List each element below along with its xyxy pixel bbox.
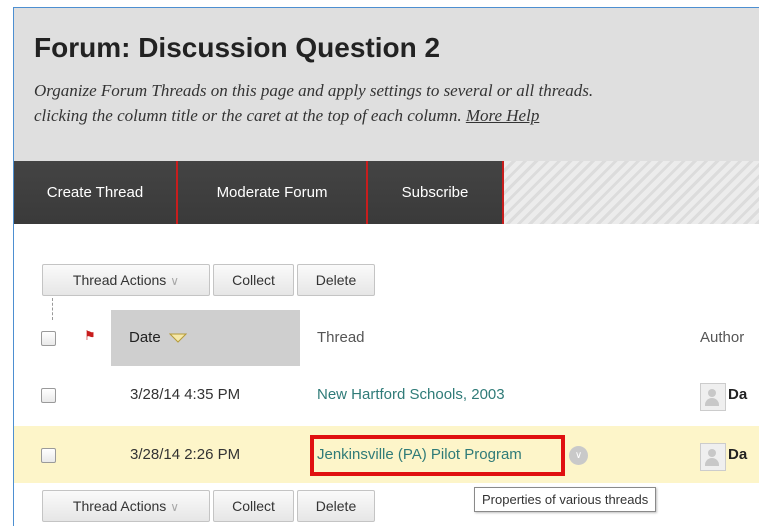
column-header-author[interactable]: Author <box>700 310 744 366</box>
select-all-checkbox[interactable] <box>41 331 56 346</box>
row-date: 3/28/14 4:35 PM <box>130 386 241 403</box>
row-checkbox[interactable] <box>41 448 56 463</box>
thread-actions-label: Thread Actions <box>72 272 167 288</box>
highlight-box <box>310 435 565 476</box>
row-date: 3/28/14 2:26 PM <box>130 446 241 463</box>
row-checkbox[interactable] <box>41 388 56 403</box>
triangle-down-icon[interactable] <box>168 333 188 343</box>
row-author[interactable]: Da <box>728 446 747 463</box>
create-thread-button[interactable]: Create Thread <box>14 161 178 224</box>
collect-button-bottom[interactable]: Collect <box>213 490 294 522</box>
column-header-thread[interactable]: Thread <box>317 310 365 366</box>
delete-button-bottom[interactable]: Delete <box>297 490 375 522</box>
page-frame: Forum: Discussion Question 2 Organize Fo… <box>13 7 759 526</box>
avatar <box>700 383 726 411</box>
row-author[interactable]: Da <box>728 386 747 403</box>
table-header: ⚑ Date Thread Author <box>14 310 759 366</box>
delete-button[interactable]: Delete <box>297 264 375 296</box>
flag-icon[interactable]: ⚑ <box>84 328 96 344</box>
double-chevron-down-icon: ∨ <box>170 274 180 288</box>
action-toolbar: Create Thread Moderate Forum Subscribe <box>14 161 759 224</box>
page-title: Forum: Discussion Question 2 <box>34 32 441 63</box>
thread-actions-button[interactable]: Thread Actions ∨ <box>42 264 210 296</box>
page-description: Organize Forum Threads on this page and … <box>34 78 759 128</box>
subscribe-button[interactable]: Subscribe <box>368 161 504 224</box>
thread-actions-label: Thread Actions <box>72 498 167 514</box>
moderate-forum-button[interactable]: Moderate Forum <box>178 161 368 224</box>
avatar <box>700 443 726 471</box>
description-line-1: Organize Forum Threads on this page and … <box>34 81 594 100</box>
more-help-link[interactable]: More Help <box>466 106 540 125</box>
description-line-2: clicking the column title or the caret a… <box>34 103 759 128</box>
tooltip: Properties of various threads <box>474 487 657 512</box>
options-chevron-icon[interactable]: ∨ <box>569 446 588 465</box>
column-header-date[interactable]: Date <box>111 310 300 366</box>
table-row: 3/28/14 4:35 PM New Hartford Schools, 20… <box>14 366 759 423</box>
collect-button[interactable]: Collect <box>213 264 294 296</box>
thread-actions-button-bottom[interactable]: Thread Actions ∨ <box>42 490 210 522</box>
double-chevron-down-icon: ∨ <box>170 500 180 514</box>
description-line-2-text: clicking the column title or the caret a… <box>34 106 462 125</box>
page-header: Forum: Discussion Question 2 Organize Fo… <box>14 8 759 161</box>
column-date-label: Date <box>129 329 161 346</box>
thread-link[interactable]: New Hartford Schools, 2003 <box>317 366 505 423</box>
